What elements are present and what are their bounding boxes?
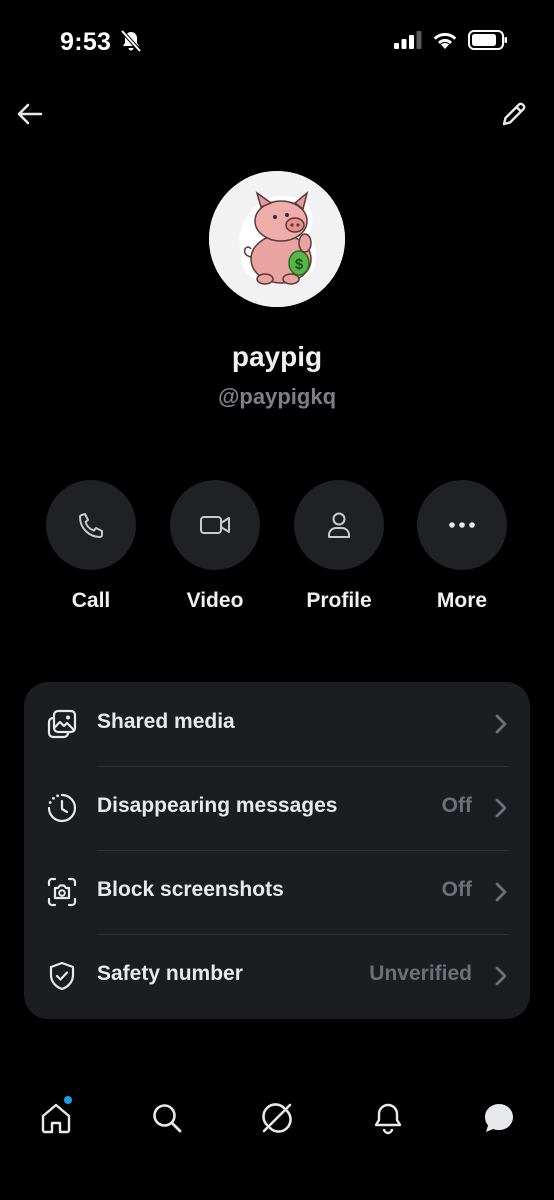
profile-button[interactable]: Profile	[277, 480, 401, 613]
call-label: Call	[71, 589, 111, 612]
arrow-left-icon[interactable]	[14, 98, 46, 130]
display-name: paypig	[231, 341, 323, 372]
avatar[interactable]: $	[209, 171, 345, 307]
shared-media-label: Shared media	[97, 710, 235, 733]
video-camera-icon	[200, 516, 230, 534]
chevron-right-icon	[495, 966, 507, 986]
chevron-right-icon	[495, 882, 507, 902]
cellular-signal-icon	[394, 31, 422, 49]
phone-icon	[79, 513, 103, 538]
conversation-settings-card: Shared media Disappearing messages Off B…	[24, 682, 530, 1019]
home-icon	[41, 1103, 71, 1134]
nav-notifications[interactable]	[360, 1090, 416, 1146]
profile-label: Profile	[306, 589, 372, 612]
nav-messages[interactable]	[471, 1090, 527, 1146]
call-button[interactable]: Call	[29, 480, 153, 613]
ellipsis-icon	[449, 522, 475, 528]
media-gallery-icon	[47, 709, 77, 739]
block-screenshots-label: Block screenshots	[97, 878, 284, 901]
safety-number-label: Safety number	[97, 962, 243, 985]
more-button[interactable]: More	[400, 480, 524, 613]
nav-search[interactable]	[139, 1090, 195, 1146]
bottom-navigation	[0, 1090, 554, 1146]
disappearing-messages-value: Off	[441, 794, 472, 817]
bell-icon	[374, 1103, 402, 1135]
pig-avatar-image: $	[209, 171, 345, 307]
nav-grok[interactable]	[249, 1090, 305, 1146]
header	[0, 92, 554, 136]
disappearing-messages-label: Disappearing messages	[97, 794, 338, 817]
grok-icon	[262, 1103, 292, 1133]
search-icon	[153, 1104, 182, 1133]
nav-home[interactable]	[28, 1090, 84, 1146]
pencil-icon[interactable]	[498, 98, 530, 130]
safety-number-value: Unverified	[369, 962, 472, 985]
disappearing-messages-row[interactable]: Disappearing messages Off	[24, 766, 530, 850]
status-bar: 9:53	[0, 0, 554, 80]
user-handle: @paypigkq	[217, 384, 337, 409]
notification-dot	[64, 1096, 72, 1104]
wifi-icon	[433, 32, 457, 49]
block-screenshots-value: Off	[441, 878, 472, 901]
bell-slash-icon	[120, 29, 142, 53]
video-label: Video	[186, 589, 244, 612]
shared-media-row[interactable]: Shared media	[24, 682, 530, 766]
safety-number-row[interactable]: Safety number Unverified	[24, 934, 530, 1018]
status-time: 9:53	[60, 28, 112, 56]
battery-icon	[468, 30, 507, 50]
timer-icon	[47, 793, 77, 823]
more-label: More	[436, 589, 488, 612]
block-screenshots-row[interactable]: Block screenshots Off	[24, 850, 530, 934]
svg-text:$: $	[295, 256, 304, 273]
shield-check-icon	[49, 961, 75, 991]
chevron-right-icon	[495, 798, 507, 818]
status-icons	[394, 30, 508, 50]
chevron-right-icon	[495, 714, 507, 734]
screenshot-camera-icon	[47, 877, 77, 907]
messages-icon	[485, 1104, 513, 1132]
person-icon	[328, 512, 350, 538]
video-button[interactable]: Video	[153, 480, 277, 613]
